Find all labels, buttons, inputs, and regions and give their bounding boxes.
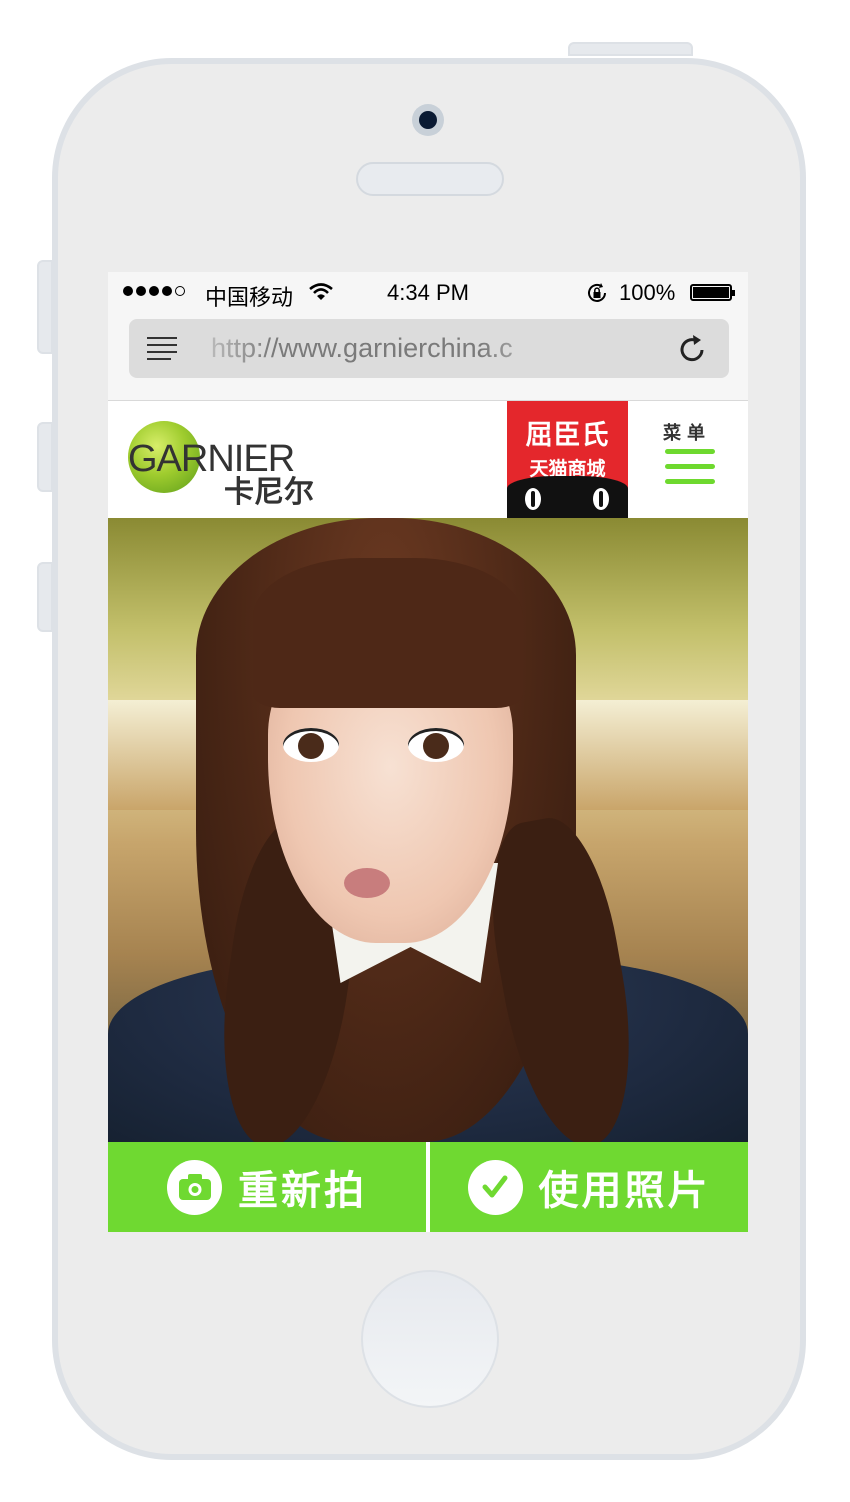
captured-photo	[108, 518, 748, 1142]
battery-percentage: 100%	[619, 280, 676, 305]
battery-icon	[690, 284, 735, 301]
logo-chinese: 卡尼尔	[224, 476, 314, 509]
use-photo-label: 使用照片	[538, 1169, 711, 1213]
reader-list-icon[interactable]	[147, 337, 177, 361]
address-bar[interactable]: http://www.garnierchina.c	[129, 319, 729, 378]
tmall-cat-icon	[507, 476, 628, 518]
use-photo-button[interactable]: 使用照片	[430, 1142, 748, 1232]
retake-label: 重新拍	[238, 1169, 367, 1213]
mute-switch	[37, 260, 53, 354]
phone-screen: 中国移动 4:34 PM 100% http://www.garnierchin…	[108, 272, 748, 1232]
tmall-store-banner[interactable]: 屈臣氏 天猫商城	[507, 401, 628, 518]
tmall-title: 屈臣氏	[525, 420, 610, 450]
volume-down-button	[37, 562, 53, 632]
photo-actions: 重新拍 使用照片	[108, 1142, 748, 1232]
reload-icon[interactable]	[677, 333, 709, 365]
home-button[interactable]	[361, 1270, 499, 1408]
earpiece-speaker	[356, 162, 504, 196]
menu-label[interactable]: 菜单	[663, 419, 711, 445]
camera-icon	[167, 1159, 222, 1215]
browser-toolbar: http://www.garnierchina.c	[108, 312, 748, 401]
site-header: GARNIER 卡尼尔 屈臣氏 天猫商城 菜单	[108, 401, 748, 518]
status-bar: 中国移动 4:34 PM 100%	[108, 272, 748, 312]
front-camera	[412, 104, 444, 136]
volume-up-button	[37, 422, 53, 492]
hamburger-menu-icon[interactable]	[665, 449, 715, 494]
garnier-logo[interactable]: GARNIER 卡尼尔	[128, 421, 338, 509]
power-button	[568, 42, 693, 56]
retake-button[interactable]: 重新拍	[108, 1142, 426, 1232]
checkmark-icon	[467, 1159, 523, 1215]
url-text[interactable]: http://www.garnierchina.c	[211, 333, 556, 364]
rotation-lock-icon	[588, 283, 606, 302]
